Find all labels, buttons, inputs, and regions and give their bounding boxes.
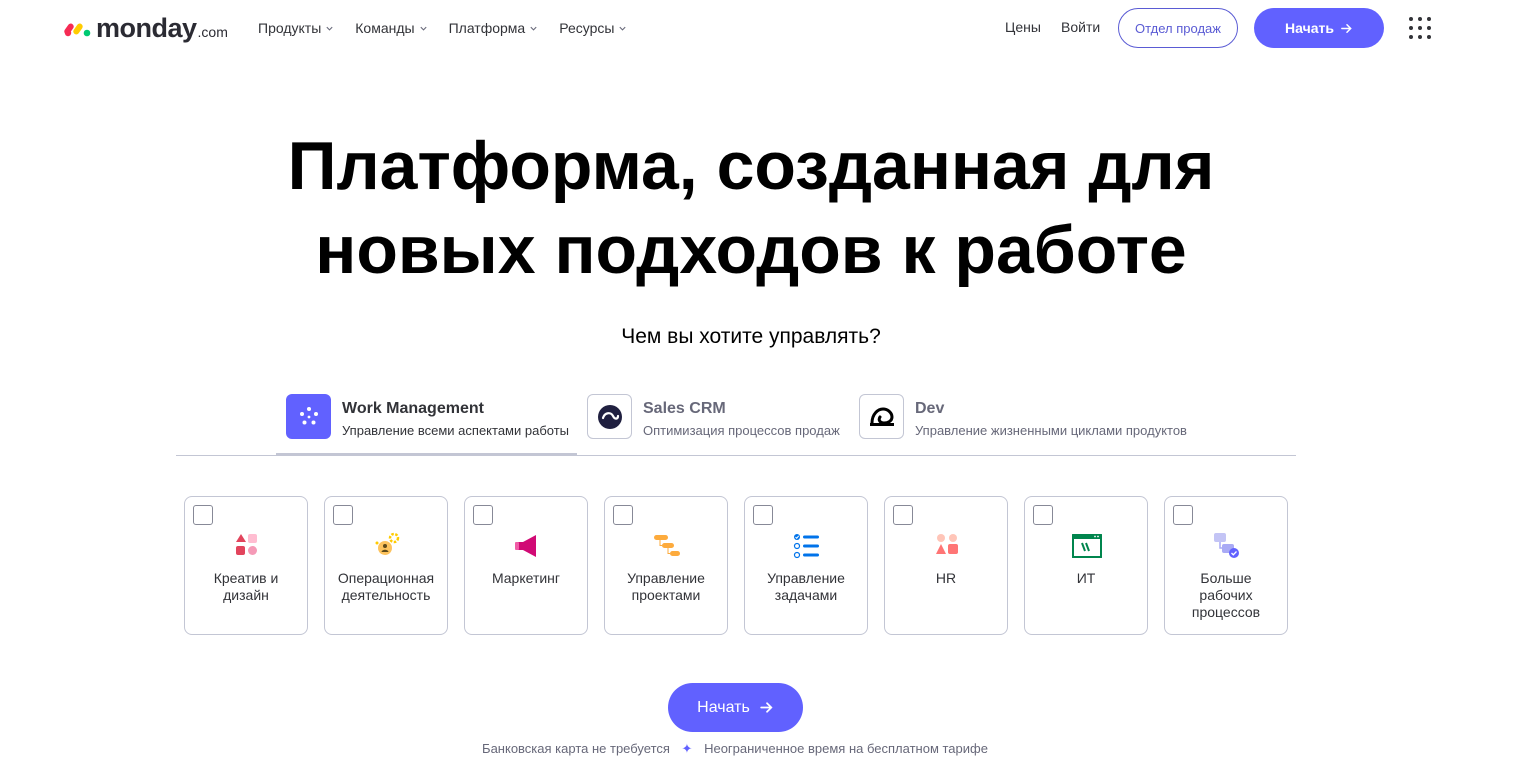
cta-footnote: Банковская карта не требуется ✦ Неограни… bbox=[0, 741, 1470, 757]
card-label: Управление задачами bbox=[749, 570, 863, 604]
tab-desc: Управление всеми аспектами работы bbox=[342, 423, 570, 438]
tab-work-management[interactable]: Work Management Управление всеми аспекта… bbox=[286, 392, 569, 455]
monday-logo-icon bbox=[64, 23, 91, 37]
nav-platform[interactable]: Платформа bbox=[449, 18, 539, 38]
chevron-down-icon bbox=[326, 26, 333, 31]
card-checkbox[interactable] bbox=[473, 505, 493, 525]
nav-teams[interactable]: Команды bbox=[355, 18, 427, 38]
dev-icon bbox=[859, 394, 904, 439]
apps-menu-icon[interactable] bbox=[1409, 17, 1431, 39]
card-label-line: Управление bbox=[627, 570, 705, 586]
active-tab-indicator bbox=[276, 453, 577, 456]
it-window-icon bbox=[1072, 534, 1102, 558]
card-hr[interactable]: HR bbox=[884, 496, 1008, 635]
tab-sales-crm[interactable]: Sales CRM Оптимизация процессов продаж bbox=[587, 392, 840, 455]
nav-label: Платформа bbox=[448, 20, 526, 36]
card-it[interactable]: ИТ bbox=[1024, 496, 1148, 635]
card-label: Операционная деятельность bbox=[329, 570, 443, 604]
work-management-icon bbox=[286, 394, 331, 439]
logo-suffix: .com bbox=[197, 24, 228, 40]
megaphone-icon bbox=[515, 535, 536, 557]
tab-dev[interactable]: Dev Управление жизненными циклами продук… bbox=[859, 392, 1187, 455]
chevron-down-icon bbox=[619, 26, 627, 31]
monday-logo[interactable]: monday .com bbox=[64, 12, 228, 42]
no-card-note: Банковская карта не требуется bbox=[482, 741, 670, 756]
card-label: Креатив и дизайн bbox=[189, 570, 303, 604]
pricing-link[interactable]: Цены bbox=[1005, 19, 1041, 35]
sales-crm-icon bbox=[587, 394, 632, 439]
main-get-started-label: Начать bbox=[697, 698, 750, 716]
card-label-line: Операционная bbox=[337, 570, 435, 586]
people-icon bbox=[936, 534, 958, 554]
main-get-started-button[interactable]: Начать bbox=[668, 683, 803, 732]
arrow-right-icon bbox=[1341, 23, 1352, 33]
card-label-line: Больше bbox=[1200, 570, 1252, 586]
card-label-line: процессов bbox=[1191, 604, 1261, 620]
nav-label: Команды bbox=[355, 20, 415, 36]
card-project-management[interactable]: Управление проектами bbox=[604, 496, 728, 635]
card-label: ИТ bbox=[1029, 570, 1143, 587]
hero-title-line2: новых подходов к работе bbox=[315, 212, 1187, 288]
card-creative-design[interactable]: Креатив и дизайн bbox=[184, 496, 308, 635]
card-label-line: задачами bbox=[774, 587, 838, 603]
card-checkbox[interactable] bbox=[753, 505, 773, 525]
card-label: Больше рабочих процессов bbox=[1169, 570, 1283, 621]
chevron-down-icon bbox=[530, 26, 537, 31]
card-label-line: проектами bbox=[631, 587, 701, 603]
card-label-line: Управление bbox=[767, 570, 845, 586]
gantt-icon bbox=[654, 535, 680, 556]
card-checkbox[interactable] bbox=[333, 505, 353, 525]
sparkle-icon: ✦ bbox=[681, 741, 693, 756]
checklist-icon bbox=[793, 534, 819, 559]
workflow-icon bbox=[1214, 533, 1239, 558]
hero-title-line1: Платформа, созданная для bbox=[287, 128, 1215, 204]
hero-title: Платформа, созданная для новых подходов … bbox=[0, 124, 1502, 292]
shapes-icon bbox=[236, 534, 257, 555]
card-label: Управление проектами bbox=[609, 570, 723, 604]
card-marketing[interactable]: Маркетинг bbox=[464, 496, 588, 635]
card-label-line: деятельность bbox=[341, 587, 431, 603]
top-header: monday .com Продукты Команды Платформа Р… bbox=[0, 0, 1524, 56]
operations-gear-icon bbox=[375, 532, 400, 555]
tab-desc: Оптимизация процессов продаж bbox=[643, 423, 840, 438]
card-operations[interactable]: Операционная деятельность bbox=[324, 496, 448, 635]
card-checkbox[interactable] bbox=[1173, 505, 1193, 525]
card-label: HR bbox=[889, 570, 1003, 587]
card-label-line: Креатив и bbox=[213, 570, 279, 586]
main-nav: Продукты Команды Платформа Ресурсы bbox=[258, 18, 648, 38]
card-checkbox[interactable] bbox=[193, 505, 213, 525]
card-label-line: HR bbox=[935, 570, 957, 586]
card-label-line: дизайн bbox=[223, 587, 269, 603]
card-checkbox[interactable] bbox=[893, 505, 913, 525]
contact-sales-button[interactable]: Отдел продаж bbox=[1118, 8, 1238, 48]
tab-name: Sales CRM bbox=[643, 400, 726, 417]
nav-label: Продукты bbox=[258, 20, 322, 36]
card-label-line: Маркетинг bbox=[491, 570, 561, 586]
free-plan-note: Неограниченное время на бесплатном тариф… bbox=[704, 741, 988, 756]
card-checkbox[interactable] bbox=[1033, 505, 1053, 525]
tab-name: Dev bbox=[915, 400, 945, 417]
card-label-line: рабочих bbox=[1199, 587, 1253, 603]
arrow-right-icon bbox=[760, 702, 773, 713]
card-more-workflows[interactable]: Больше рабочих процессов bbox=[1164, 496, 1288, 635]
tab-name: Work Management bbox=[342, 400, 484, 417]
login-link[interactable]: Войти bbox=[1061, 19, 1100, 35]
card-label-line: ИТ bbox=[1076, 570, 1096, 586]
nav-label: Ресурсы bbox=[559, 20, 615, 36]
get-started-button[interactable]: Начать bbox=[1254, 8, 1384, 48]
tab-desc: Управление жизненными циклами продуктов bbox=[915, 423, 1187, 438]
chevron-down-icon bbox=[420, 26, 427, 31]
nav-products[interactable]: Продукты bbox=[258, 18, 334, 38]
hero-subtitle: Чем вы хотите управлять? bbox=[621, 325, 881, 348]
get-started-label: Начать bbox=[1285, 20, 1334, 36]
card-label: Маркетинг bbox=[469, 570, 583, 587]
nav-resources[interactable]: Ресурсы bbox=[559, 18, 627, 38]
logo-wordmark: monday bbox=[96, 13, 197, 43]
product-tabs: Work Management Управление всеми аспекта… bbox=[176, 392, 1296, 456]
card-task-management[interactable]: Управление задачами bbox=[744, 496, 868, 635]
card-checkbox[interactable] bbox=[613, 505, 633, 525]
